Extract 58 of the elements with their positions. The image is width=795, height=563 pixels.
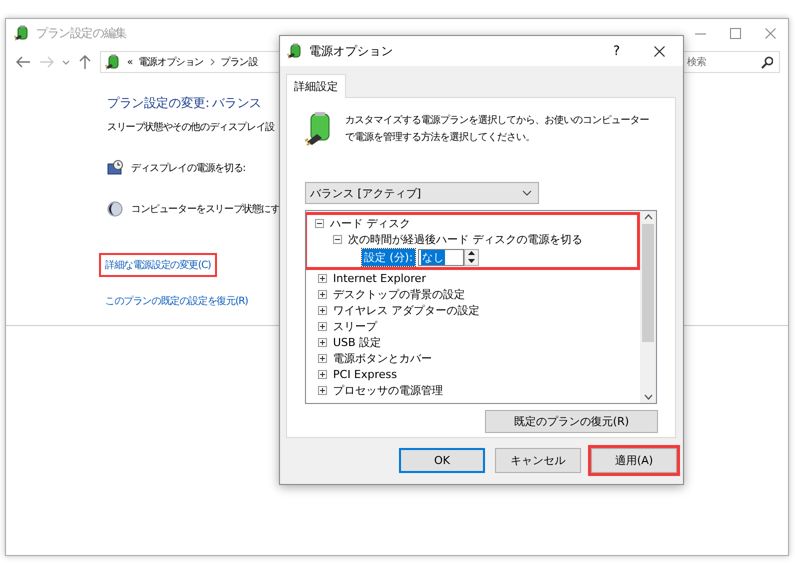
expand-icon[interactable] [318,306,327,314]
tree-item[interactable]: PCI Express [333,368,398,380]
tab[interactable]: 詳細設定 [286,74,346,98]
chevron-down-icon [522,190,532,196]
close-icon[interactable] [654,46,665,56]
setting-label: 設定 (分): [362,248,415,266]
breadcrumb-item[interactable]: プラン設 [220,55,258,69]
tree-item[interactable]: デスクトップの背景の設定 [333,286,465,302]
maximize-icon[interactable] [730,28,741,38]
chevron-down-icon[interactable] [62,58,70,66]
minutes-input[interactable]: なし [418,248,464,266]
tree-item[interactable]: USB 設定 [333,334,382,350]
tree-item[interactable]: Internet Explorer [333,272,426,284]
expand-icon[interactable] [318,290,327,298]
tree-item[interactable]: 次の時間が経過後ハード ディスクの電源を切る [348,232,582,246]
expand-icon[interactable] [318,386,327,394]
plan-heading: プラン設定の変更: バランス [107,95,262,112]
setting-label: ディスプレイの電源を切る: [131,162,246,175]
tree-item[interactable]: プロセッサの電源管理 [333,382,443,398]
power-plug-icon [14,25,30,41]
search-icon [761,56,773,68]
expand-icon[interactable] [318,370,327,378]
power-plug-icon [105,54,121,70]
scrollbar[interactable] [640,211,656,403]
monitor-clock-icon [107,160,123,176]
scroll-down-icon[interactable] [644,394,652,400]
help-button[interactable]: ? [613,44,620,58]
spin-buttons[interactable] [464,248,479,266]
expand-icon[interactable] [318,322,327,330]
window-title: プラン設定の編集 [36,24,128,42]
tree-item[interactable]: ハード ディスク [330,216,410,230]
back-arrow-icon[interactable] [16,55,31,69]
expand-icon[interactable] [318,354,327,362]
plan-description: スリープ状態やその他のディスプレイ設 [107,120,274,134]
settings-link[interactable]: このプランの既定の設定を復元(R) [99,289,254,313]
setting-label: コンピューターをスリープ状態にす [131,202,280,216]
collapse-icon[interactable] [333,234,342,244]
dialog-title: 電源オプション [309,42,394,60]
tree-item[interactable]: ワイヤレス アダプターの設定 [333,302,480,318]
intro-text: カスタマイズする電源プランを選択してから、お使いのコンピューターで電源を管理する方法を選択してください。 [345,114,650,145]
breadcrumb-separator: « [127,56,132,68]
dialog-button[interactable]: キャンセル [495,448,581,473]
settings-link[interactable]: 詳細な電源設定の変更(C) [99,253,217,277]
expand-icon[interactable] [318,338,327,346]
restore-defaults-button[interactable]: 既定のプランの復元(R) [485,410,658,433]
chevron-right-icon [210,58,215,66]
scroll-up-icon[interactable] [644,214,652,220]
breadcrumb-item[interactable]: 電源オプション [138,55,204,69]
expand-icon[interactable] [318,274,327,282]
dialog-button[interactable]: OK [399,448,485,473]
moon-icon [107,201,123,217]
up-arrow-icon[interactable] [78,54,92,70]
dialog-button[interactable]: 適用(A) [591,448,677,473]
plan-dropdown[interactable]: バランス [アクティブ] [305,182,539,204]
tree-item[interactable]: スリープ [333,318,377,334]
collapse-icon[interactable] [315,218,324,228]
tree-item[interactable]: 電源ボタンとカバー [333,350,432,366]
power-plug-icon [287,43,303,59]
